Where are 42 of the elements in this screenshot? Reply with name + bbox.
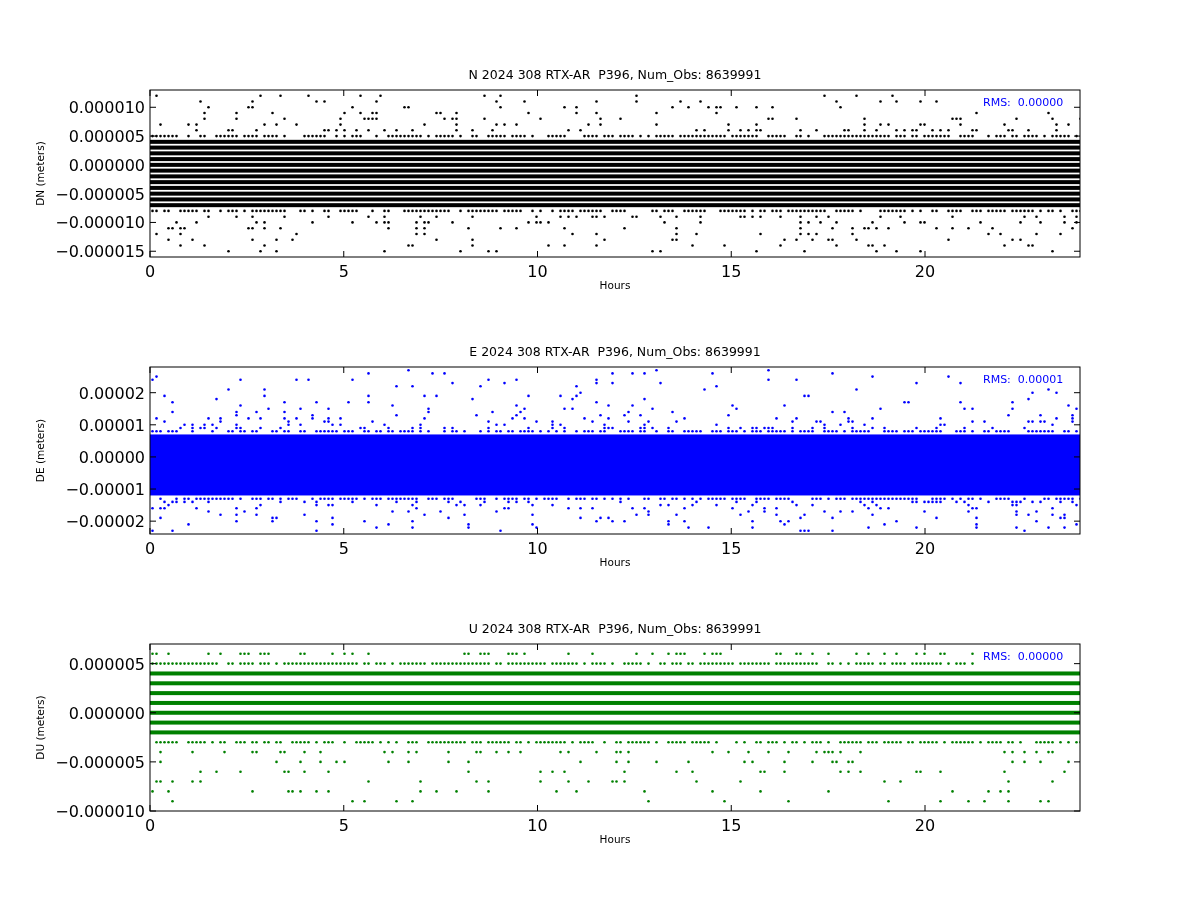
axis-label: Hours (599, 556, 631, 568)
axis-label: DU (meters) (34, 695, 46, 760)
axis-tick-label: 20 (914, 816, 936, 835)
axis-tick-label: 15 (721, 539, 742, 558)
axis-tick-label: 5 (338, 539, 349, 558)
axis-tick-label: 10 (527, 539, 548, 558)
axis-tick-label: 0 (144, 539, 156, 558)
axis-tick-label: −0.00002 (65, 512, 145, 532)
axis-tick-label: 5 (338, 816, 349, 835)
axis-label: DE (meters) (34, 418, 46, 483)
chart-title: N 2024 308 RTX-AR P396, Num_Obs: 8639991 (468, 67, 762, 82)
axis-tick-label: 0.00000 (78, 447, 145, 467)
axis-tick-label: 0.000000 (68, 703, 145, 723)
axis-tick-label: 15 (721, 262, 742, 281)
rms-label: RMS: 0.00001 (983, 373, 1064, 386)
axis-tick-label: −0.000015 (55, 242, 145, 262)
axis-tick-label: 20 (914, 539, 936, 558)
axis-tick-label: −0.000005 (55, 184, 145, 204)
axis-tick-label: 0.000005 (68, 654, 145, 674)
axis-tick-label: 15 (721, 816, 742, 835)
axis-tick-label: −0.00001 (65, 480, 145, 500)
axis-tick-label: 0 (144, 816, 156, 835)
axis-label: DN (meters) (34, 141, 46, 206)
chart-title: E 2024 308 RTX-AR P396, Num_Obs: 8639991 (469, 344, 761, 359)
axis-tick-label: 0.000000 (68, 155, 145, 175)
axis-tick-label: 5 (338, 262, 349, 281)
axis-tick-label: 0.00002 (78, 383, 145, 403)
axis-tick-label: 10 (527, 816, 548, 835)
axis-tick-label: 0.000005 (68, 127, 145, 147)
axis-tick-label: 20 (914, 262, 936, 281)
axis-tick-label: 0.00001 (78, 415, 145, 435)
axis-tick-label: −0.000005 (55, 752, 145, 772)
axis-tick-label: 10 (527, 262, 548, 281)
rms-label: RMS: 0.00000 (983, 96, 1064, 109)
chart-title: U 2024 308 RTX-AR P396, Num_Obs: 8639991 (468, 621, 762, 636)
axis-tick-label: −0.000010 (55, 802, 145, 821)
axis-tick-label: −0.000010 (55, 213, 145, 233)
axis-tick-label: 0 (144, 262, 156, 281)
axis-tick-label: 0.000010 (68, 98, 145, 118)
axis-label: Hours (599, 833, 631, 845)
axis-label: Hours (599, 279, 631, 291)
rms-label: RMS: 0.00000 (983, 650, 1064, 663)
